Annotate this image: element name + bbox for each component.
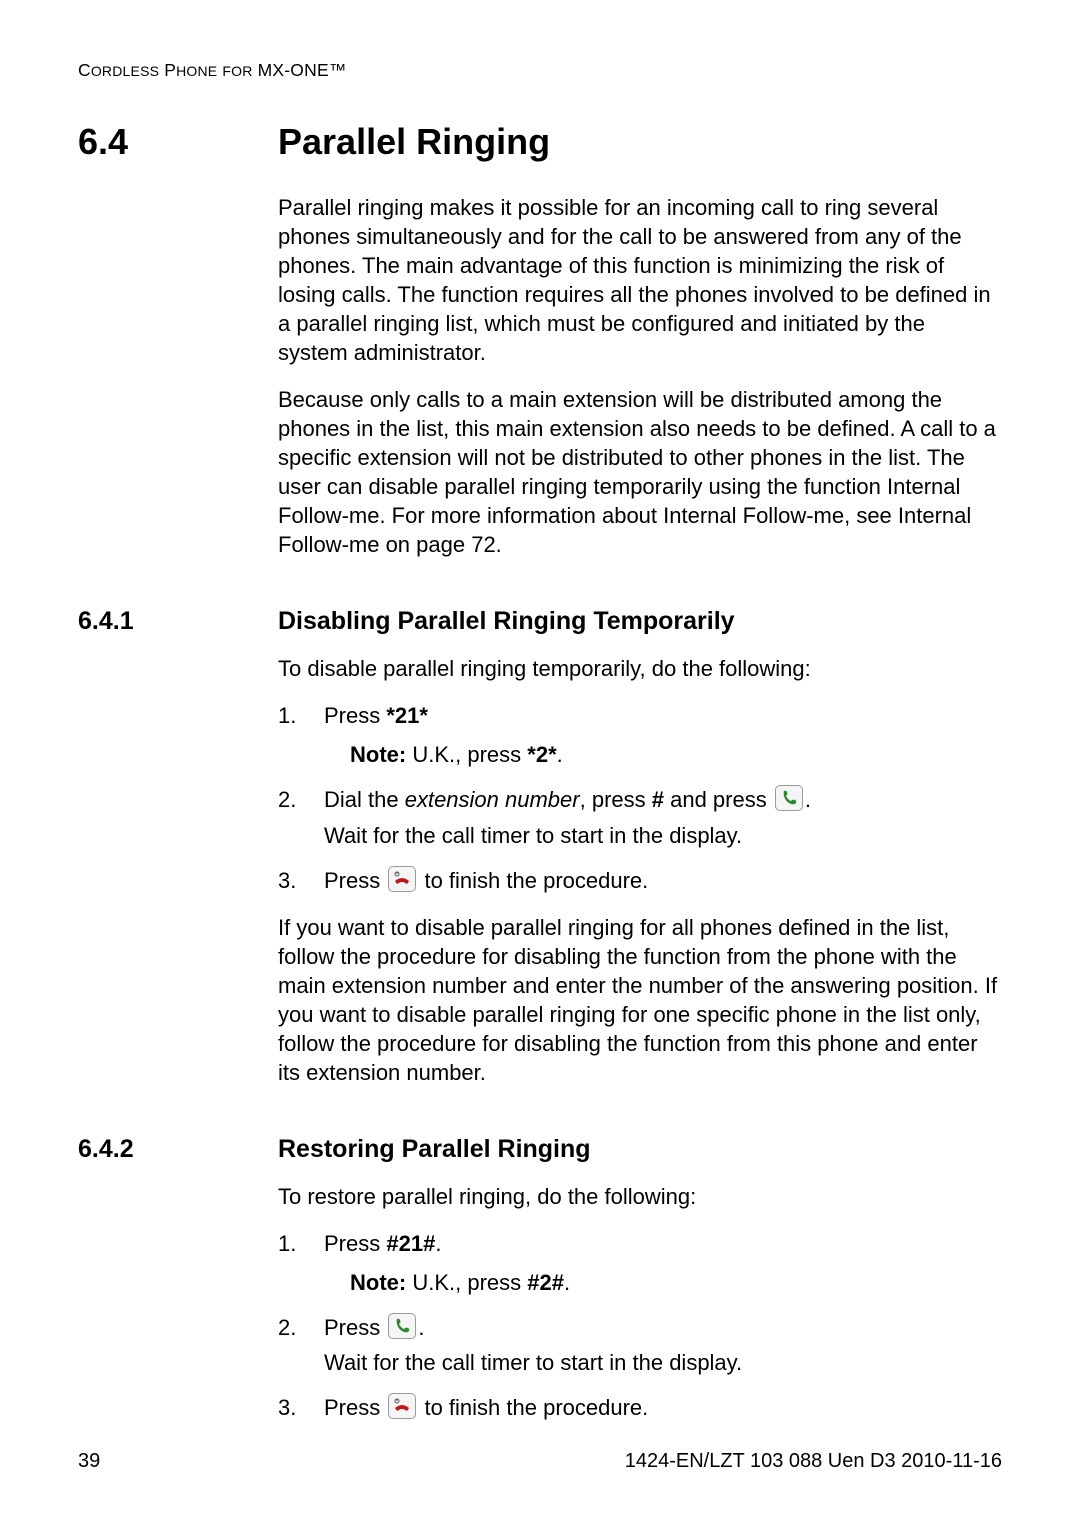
document-id: 1424-EN/LZT 103 088 Uen D3 2010-11-16	[625, 1450, 1002, 1473]
section-intro: Parallel ringing makes it possible for a…	[278, 193, 998, 559]
subsection-heading-row: 6.4.1 Disabling Parallel Ringing Tempora…	[78, 607, 1002, 636]
subsection-number: 6.4.2	[78, 1135, 278, 1164]
section-title: Parallel Ringing	[278, 121, 550, 163]
step-text: .	[418, 1315, 424, 1340]
subsection-title: Restoring Parallel Ringing	[278, 1135, 591, 1164]
list-item: Press . Wait for the call timer to start…	[278, 1313, 998, 1377]
step-text: , press	[580, 787, 652, 812]
note: Note: U.K., press #2#.	[350, 1268, 998, 1297]
key-sequence: *2*	[527, 742, 556, 767]
list-item: Dial the extension number, press # and p…	[278, 785, 998, 849]
intro-paragraph-2: Because only calls to a main extension w…	[278, 385, 998, 559]
emphasis: extension number	[405, 787, 580, 812]
step-list: Press *21* Note: U.K., press *2*. Dial t…	[278, 701, 998, 894]
page-footer: 39 1424-EN/LZT 103 088 Uen D3 2010-11-16	[78, 1450, 1002, 1473]
key-sequence: #	[652, 787, 664, 812]
step-text: Press	[324, 1231, 386, 1256]
note-label: Note:	[350, 742, 406, 767]
end-call-key-icon	[388, 1393, 416, 1419]
section-heading-row: 6.4 Parallel Ringing	[78, 121, 1002, 163]
lead-text: To restore parallel ringing, do the foll…	[278, 1182, 998, 1211]
step-text: Press	[324, 1395, 386, 1420]
list-item: Press #21#. Note: U.K., press #2#.	[278, 1229, 998, 1297]
step-text: and press	[664, 787, 773, 812]
step-subtext: Wait for the call timer to start in the …	[324, 1348, 998, 1377]
step-list: Press #21#. Note: U.K., press #2#. Press…	[278, 1229, 998, 1422]
list-item: Press to finish the procedure.	[278, 1393, 998, 1422]
lead-text: To disable parallel ringing temporarily,…	[278, 654, 998, 683]
tail-paragraph: If you want to disable parallel ringing …	[278, 913, 998, 1087]
end-call-key-icon	[388, 866, 416, 892]
note-text: .	[564, 1270, 570, 1295]
step-text: to finish the procedure.	[418, 1395, 648, 1420]
step-text: Press	[324, 868, 386, 893]
note-text: U.K., press	[406, 742, 527, 767]
key-sequence: #21#	[386, 1231, 435, 1256]
step-text: .	[435, 1231, 441, 1256]
step-text: to finish the procedure.	[418, 868, 648, 893]
section-number: 6.4	[78, 121, 278, 163]
step-subtext: Wait for the call timer to start in the …	[324, 821, 998, 850]
subsection-body: To disable parallel ringing temporarily,…	[278, 654, 998, 1086]
key-sequence: *21*	[386, 703, 428, 728]
subsection-number: 6.4.1	[78, 607, 278, 636]
running-header: CORDLESS PHONE FOR MX-ONE™	[78, 60, 1002, 81]
step-text: Press	[324, 1315, 386, 1340]
call-key-icon	[388, 1313, 416, 1339]
step-text: .	[805, 787, 811, 812]
subsection-heading-row: 6.4.2 Restoring Parallel Ringing	[78, 1135, 1002, 1164]
list-item: Press *21* Note: U.K., press *2*.	[278, 701, 998, 769]
subsection-title: Disabling Parallel Ringing Temporarily	[278, 607, 735, 636]
step-text: Press	[324, 703, 386, 728]
step-text: Dial the	[324, 787, 405, 812]
page-number: 39	[78, 1450, 100, 1473]
note-label: Note:	[350, 1270, 406, 1295]
key-sequence: #2#	[527, 1270, 564, 1295]
subsection-body: To restore parallel ringing, do the foll…	[278, 1182, 998, 1422]
list-item: Press to finish the procedure.	[278, 866, 998, 895]
call-key-icon	[775, 785, 803, 811]
note-text: U.K., press	[406, 1270, 527, 1295]
page: CORDLESS PHONE FOR MX-ONE™ 6.4 Parallel …	[0, 0, 1080, 1527]
note: Note: U.K., press *2*.	[350, 740, 998, 769]
note-text: .	[557, 742, 563, 767]
intro-paragraph-1: Parallel ringing makes it possible for a…	[278, 193, 998, 367]
